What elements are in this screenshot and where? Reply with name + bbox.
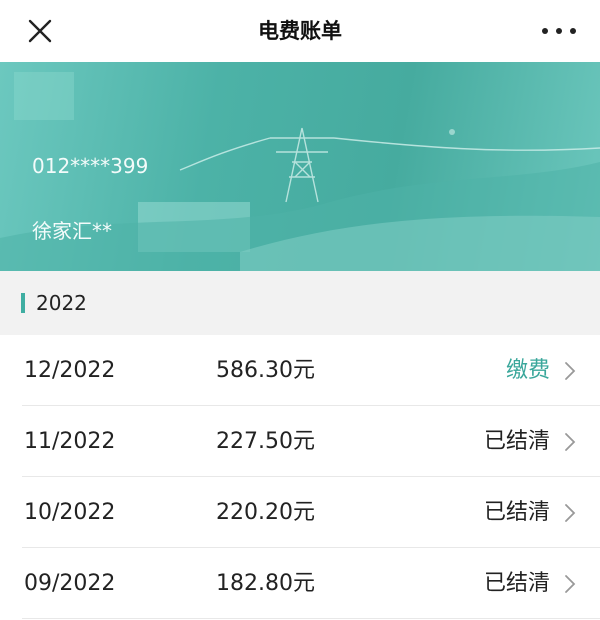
account-banner: 012****399 徐家汇** [0, 62, 600, 271]
bill-amount: 586.30元 [216, 358, 315, 383]
bill-month: 10/2022 [24, 500, 116, 525]
more-dot [570, 28, 576, 34]
year-label: 2022 [36, 291, 87, 315]
bill-amount: 182.80元 [216, 571, 315, 596]
bill-row[interactable]: 12/2022 586.30元 缴费 [0, 335, 600, 406]
bill-month: 09/2022 [24, 571, 116, 596]
bill-month: 12/2022 [24, 358, 116, 383]
bill-month: 11/2022 [24, 429, 116, 454]
bill-list: 12/2022 586.30元 缴费 11/2022 227.50元 已结清 1… [0, 335, 600, 619]
bill-row[interactable]: 11/2022 227.50元 已结清 [0, 406, 600, 477]
chevron-right-icon [565, 433, 576, 451]
bill-amount: 220.20元 [216, 500, 315, 525]
more-horizontal-icon [542, 28, 548, 34]
close-icon [28, 19, 52, 43]
chevron-right-icon [565, 362, 576, 380]
year-marker [21, 293, 25, 313]
account-number: 012****399 [32, 154, 149, 178]
chevron-right-icon [565, 575, 576, 593]
top-navigation-bar: 电费账单 [0, 0, 600, 62]
bill-amount: 227.50元 [216, 429, 315, 454]
pay-bill-button[interactable]: 缴费 [506, 335, 550, 406]
bill-status: 已结清 [483, 429, 550, 454]
bill-status: 已结清 [483, 571, 550, 596]
bill-status: 已结清 [483, 500, 550, 525]
close-button[interactable] [24, 15, 56, 47]
account-address: 徐家汇** [32, 219, 112, 243]
bill-row[interactable]: 09/2022 182.80元 已结清 [0, 548, 600, 619]
bill-row[interactable]: 10/2022 220.20元 已结清 [0, 477, 600, 548]
year-section-header: 2022 [0, 271, 600, 335]
chevron-right-icon [565, 504, 576, 522]
page-title: 电费账单 [258, 19, 342, 43]
more-options-button[interactable] [542, 21, 576, 41]
more-dot [556, 28, 562, 34]
